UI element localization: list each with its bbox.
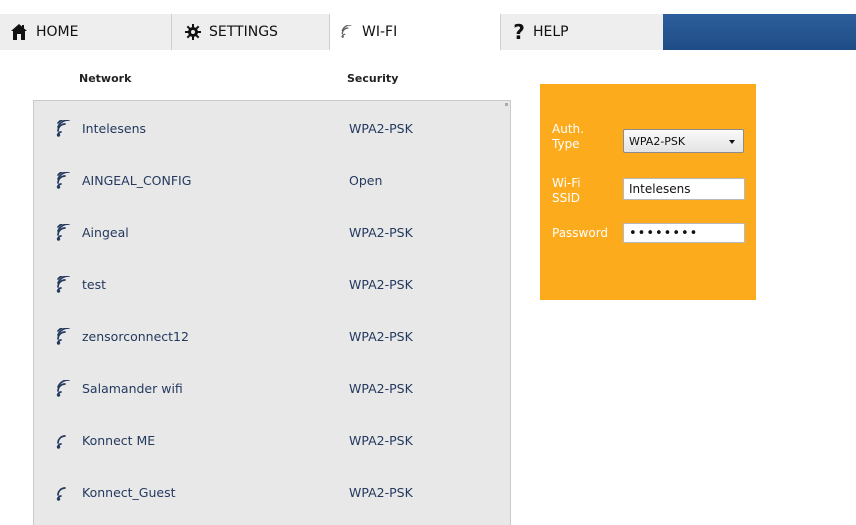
wifi-signal-icon xyxy=(55,379,73,398)
wifi-signal-icon xyxy=(55,168,73,190)
ssid-input[interactable] xyxy=(623,178,745,200)
chevron-down-icon xyxy=(729,140,735,144)
tab-bar: HOME SETTINGS WI-FI ? HELP xyxy=(0,0,856,50)
network-name: AINGEAL_CONFIG xyxy=(82,173,192,188)
network-security: WPA2-PSK xyxy=(349,329,413,344)
tab-help-label: HELP xyxy=(533,24,569,40)
network-name: Konnect_Guest xyxy=(82,485,176,500)
network-security: WPA2-PSK xyxy=(349,225,413,240)
wifi-signal-icon xyxy=(55,272,73,294)
column-header-security: Security xyxy=(347,72,399,85)
wifi-signal-icon xyxy=(55,432,73,450)
auth-type-value: WPA2-PSK xyxy=(629,135,686,148)
password-label: Password xyxy=(552,226,609,240)
network-row[interactable]: zensorconnect12 WPA2-PSK xyxy=(34,313,510,365)
home-icon xyxy=(10,23,28,41)
tab-home-label: HOME xyxy=(36,24,79,40)
tab-settings[interactable]: SETTINGS xyxy=(172,14,330,50)
question-mark-icon: ? xyxy=(513,20,525,44)
tab-wifi-label: WI-FI xyxy=(362,24,398,40)
auth-type-select[interactable]: WPA2-PSK xyxy=(623,129,744,153)
wifi-signal-icon xyxy=(55,484,73,502)
gear-icon xyxy=(185,24,201,40)
network-security: WPA2-PSK xyxy=(349,485,413,500)
auth-type-label: Auth. Type xyxy=(552,122,584,151)
wifi-signal-icon xyxy=(55,116,73,138)
tab-bar-filler xyxy=(663,14,856,50)
network-row[interactable]: AINGEAL_CONFIG Open xyxy=(34,157,510,209)
wifi-signal-icon xyxy=(340,25,354,39)
network-security: WPA2-PSK xyxy=(349,277,413,292)
network-name: Konnect ME xyxy=(82,433,156,448)
network-row[interactable]: Konnect ME WPA2-PSK xyxy=(34,417,510,469)
ssid-label: Wi-Fi SSID xyxy=(552,176,581,205)
network-name: test xyxy=(82,277,107,292)
network-name: Salamander wifi xyxy=(82,381,183,396)
password-input[interactable] xyxy=(623,223,745,243)
network-row[interactable]: test WPA2-PSK xyxy=(34,261,510,313)
wifi-signal-icon xyxy=(55,324,73,346)
network-security: WPA2-PSK xyxy=(349,433,413,448)
column-header-network: Network xyxy=(79,72,132,85)
tab-home[interactable]: HOME xyxy=(0,14,172,50)
network-name: Aingeal xyxy=(82,225,129,240)
network-name: Intelesens xyxy=(82,121,147,136)
network-security: WPA2-PSK xyxy=(349,121,413,136)
wifi-config-panel: Auth. Type WPA2-PSK Wi-Fi SSID Password xyxy=(540,84,756,300)
network-row[interactable]: Intelesens WPA2-PSK xyxy=(34,105,510,157)
network-list[interactable]: Intelesens WPA2-PSK AINGEAL_CONFIG Open Aing… xyxy=(33,100,511,525)
tab-help[interactable]: ? HELP xyxy=(500,14,663,50)
network-name: zensorconnect12 xyxy=(82,329,189,344)
network-security: WPA2-PSK xyxy=(349,381,413,396)
network-row[interactable]: Aingeal WPA2-PSK xyxy=(34,209,510,261)
network-security: Open xyxy=(349,173,383,188)
network-row[interactable]: Salamander wifi WPA2-PSK xyxy=(34,365,510,417)
tab-wifi[interactable]: WI-FI xyxy=(330,14,500,50)
tab-settings-label: SETTINGS xyxy=(209,24,278,40)
wifi-signal-icon xyxy=(55,220,73,242)
network-row[interactable]: Konnect_Guest WPA2-PSK xyxy=(34,469,510,521)
